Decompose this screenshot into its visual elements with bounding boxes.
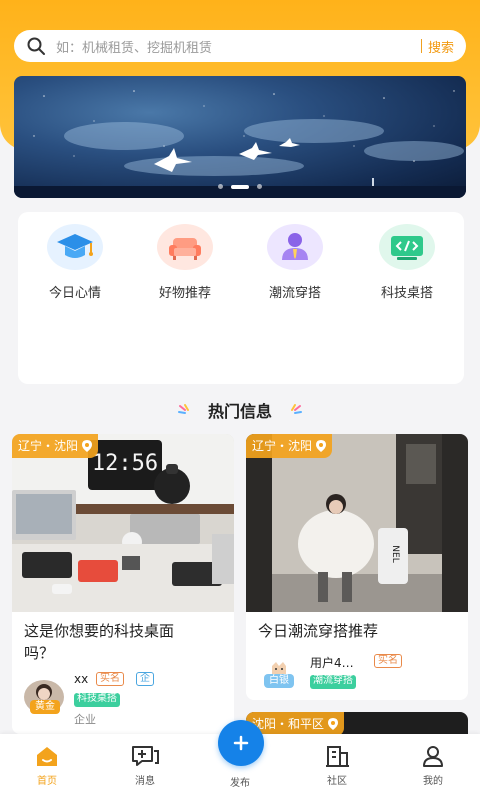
category-label: 今日心情	[48, 286, 101, 301]
search-bar[interactable]: 如：机械租赁、挖掘机租赁 搜索	[14, 30, 466, 62]
verified-tag: 实名	[96, 672, 124, 686]
level-badge: 黄金	[30, 700, 60, 714]
section-title: 热门信息	[207, 402, 272, 421]
verified-tag: 实名	[374, 654, 402, 668]
tab-label: 社区	[327, 776, 347, 787]
category-label: 好物推荐	[158, 286, 211, 301]
svg-text:12:56: 12:56	[92, 451, 158, 476]
building-icon	[326, 746, 349, 767]
search-input[interactable]: 如：机械租赁、挖掘机租赁	[56, 37, 421, 56]
sparkle-left-icon	[177, 404, 189, 414]
category-mood[interactable]: 今日心情	[30, 224, 120, 301]
location-pin-icon	[316, 440, 327, 452]
category-tag: 科技桌搭	[74, 693, 120, 707]
category-tech-desk[interactable]: 科技桌搭	[362, 224, 452, 301]
svg-text:NEL: NEL	[390, 545, 400, 562]
category-fashion[interactable]: 潮流穿搭	[250, 224, 340, 301]
section-header: 热门信息	[0, 398, 480, 422]
post-title[interactable]: 这是你想要的科技桌面 吗？	[24, 620, 174, 664]
category-recommend[interactable]: 好物推荐	[140, 224, 230, 301]
username[interactable]: 用户4…	[310, 654, 354, 671]
company-label: 企业	[74, 713, 96, 726]
tab-home[interactable]: 首页	[12, 744, 82, 787]
enterprise-tag: 企	[136, 672, 154, 686]
tab-community[interactable]: 社区	[302, 744, 372, 787]
tab-messages[interactable]: 消息	[110, 744, 180, 787]
category-panel: 今日心情 好物推荐 潮流穿搭 科技桌搭	[18, 212, 464, 384]
carousel-indicators[interactable]	[14, 184, 466, 189]
post-card[interactable]: NEL 辽宁・沈阳 今日潮流穿搭推荐 白银 用户4… 实名 潮流穿搭	[246, 434, 468, 700]
category-tag: 潮流穿搭	[310, 675, 356, 689]
search-divider	[420, 39, 422, 53]
tab-label-publish[interactable]: 发布	[210, 774, 270, 789]
post-title-line: 吗？	[24, 644, 55, 662]
bottom-tab-bar: 首页 消息 发布 社区 我的	[0, 720, 480, 800]
category-label: 潮流穿搭	[268, 286, 321, 301]
location-text: 沈阳・和平区	[252, 717, 325, 731]
banner-image	[14, 90, 466, 198]
publish-button[interactable]	[218, 720, 264, 766]
search-icon	[27, 37, 45, 55]
carousel-dot-active[interactable]	[231, 184, 249, 189]
person-icon	[267, 224, 323, 270]
tab-profile[interactable]: 我的	[398, 744, 468, 787]
location-pin-icon	[328, 718, 339, 730]
location-badge: 辽宁・沈阳	[12, 434, 99, 458]
post-card[interactable]: 12:56 辽宁・沈阳 这是你想要的科技桌面 吗？ 黄金 xx 实名 企 科技桌…	[12, 434, 234, 734]
tab-label: 我的	[423, 776, 443, 787]
post-image: 12:56	[12, 434, 234, 612]
carousel-dot[interactable]	[218, 184, 223, 189]
user-icon	[423, 746, 443, 767]
location-badge: 辽宁・沈阳	[246, 434, 333, 458]
message-icon	[132, 746, 159, 766]
post-title-line: 这是你想要的科技桌面	[24, 622, 175, 640]
level-badge: 白银	[264, 674, 294, 688]
location-pin-icon	[82, 440, 93, 452]
post-title[interactable]: 今日潮流穿搭推荐	[258, 620, 378, 642]
post-image: NEL	[246, 434, 468, 612]
sofa-icon	[157, 224, 213, 270]
graduation-cap-icon	[47, 224, 103, 270]
plus-icon	[233, 735, 249, 751]
sparkle-right-icon	[291, 404, 302, 414]
location-text: 辽宁・沈阳	[18, 439, 79, 453]
code-icon	[379, 224, 435, 270]
search-button[interactable]: 搜索	[428, 37, 454, 56]
username[interactable]: xx	[74, 672, 88, 686]
banner-carousel[interactable]	[14, 76, 466, 198]
home-icon	[37, 747, 57, 766]
tab-label: 消息	[135, 776, 155, 787]
location-text: 辽宁・沈阳	[252, 439, 313, 453]
category-label: 科技桌搭	[380, 286, 433, 301]
carousel-dot[interactable]	[257, 184, 262, 189]
tab-label: 首页	[37, 776, 57, 787]
